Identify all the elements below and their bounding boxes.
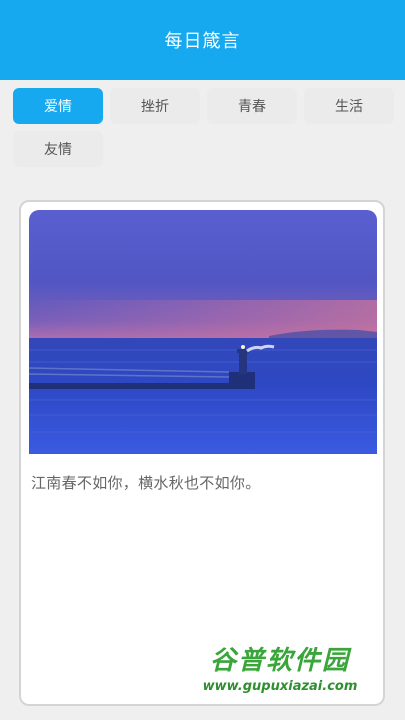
- quote-illustration: [29, 210, 377, 454]
- watermark-url: www.gupuxiazai.com: [202, 679, 358, 694]
- watermark-logo: 谷普软件园: [209, 646, 350, 676]
- page-title: 每日箴言: [164, 31, 241, 52]
- tab-youth[interactable]: 青春: [207, 88, 297, 124]
- quote-text: 江南春不如你，横水秋也不如你。: [31, 474, 261, 492]
- tab-friendship[interactable]: 友情: [13, 131, 103, 167]
- site-watermark: 谷普软件园 www.gupuxiazai.com: [185, 640, 375, 700]
- tab-life[interactable]: 生活: [304, 88, 394, 124]
- quote-card[interactable]: 江南春不如你，横水秋也不如你。 谷普软件园 www.gupuxiazai.com: [19, 200, 385, 706]
- app-header: 每日箴言: [0, 0, 405, 80]
- category-tabs: 爱情 挫折 青春 生活 友情: [0, 80, 405, 180]
- tab-love[interactable]: 爱情: [13, 88, 103, 124]
- tab-setback[interactable]: 挫折: [110, 88, 200, 124]
